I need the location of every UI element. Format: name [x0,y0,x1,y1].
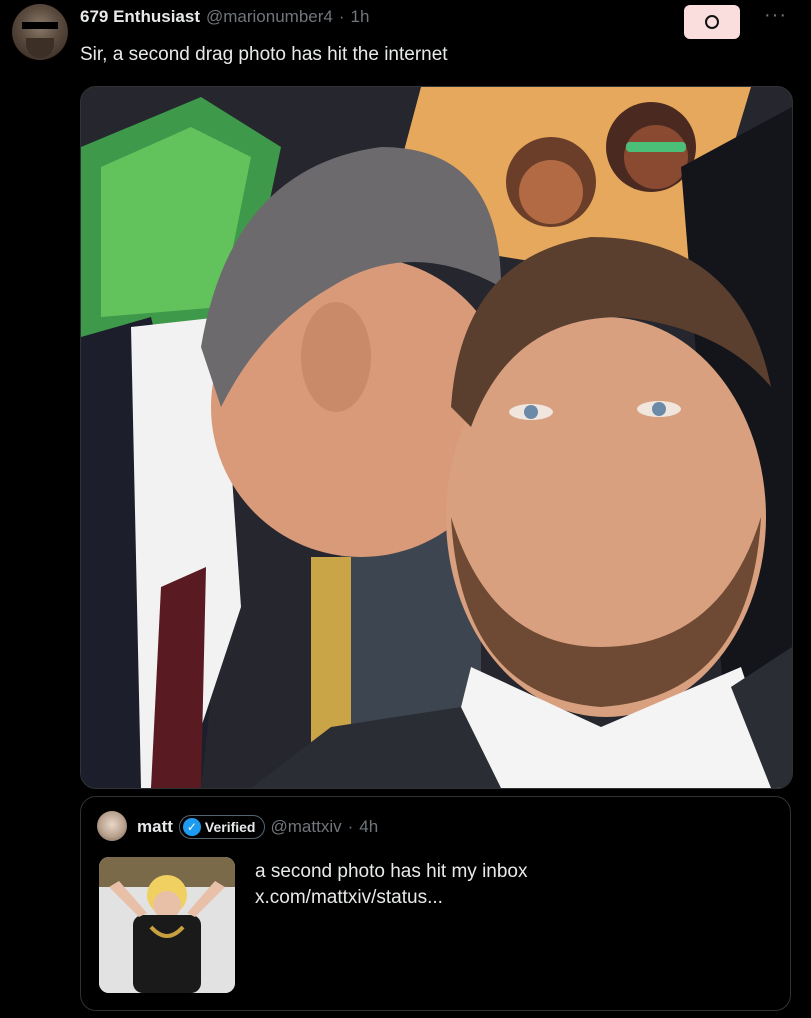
header-separator: · [338,7,345,26]
quoted-tweet-text: a second photo has hit my inbox [255,861,528,882]
quoted-photo-thumbnail[interactable] [99,857,235,993]
photo-illustration [81,87,792,788]
quoted-author-handle[interactable]: @mattxiv [271,817,342,837]
quoted-tweet-header: matt ✓ Verified @mattxiv · 4h [137,815,378,839]
author-display-name[interactable]: 679 Enthusiast [80,7,200,27]
author-avatar[interactable] [12,4,68,60]
post-timestamp[interactable]: 1h [351,7,370,27]
tweet-text: Sir, a second drag photo has hit the int… [80,44,448,65]
verified-badge[interactable]: ✓ Verified [178,815,265,839]
avatar-censor-bar [22,22,58,29]
quoted-tweet[interactable]: matt ✓ Verified @mattxiv · 4h a second p… [80,796,791,1011]
author-handle[interactable]: @marionumber4 [206,7,333,27]
quoted-author-name[interactable]: matt [137,817,173,837]
tweet-header: 679 Enthusiast @marionumber4 · 1h [80,6,369,28]
verified-label: Verified [204,819,256,835]
quoted-timestamp[interactable]: 4h [359,817,378,837]
circle-icon [705,15,719,29]
tweet: 679 Enthusiast @marionumber4 · 1h ··· Si… [0,0,811,1018]
checkmark-icon: ✓ [182,818,201,836]
quoted-author-avatar[interactable] [97,811,127,841]
grok-button[interactable] [684,5,740,39]
avatar-beard [26,38,54,58]
quoted-tweet-link[interactable]: x.com/mattxiv/status... [255,885,528,911]
tweet-photo[interactable] [80,86,793,789]
quoted-tweet-body: a second photo has hit my inbox x.com/ma… [255,859,528,911]
thumbnail-illustration [99,857,235,993]
more-options-ellipsis-icon[interactable]: ··· [764,4,787,27]
quoted-header-separator: · [347,817,354,836]
